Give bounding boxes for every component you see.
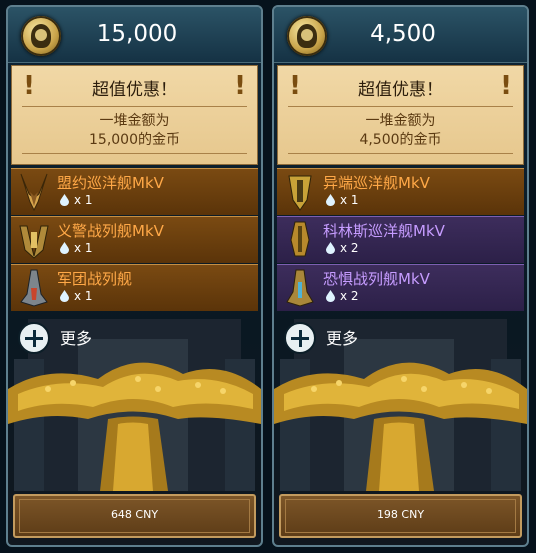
reward-item[interactable]: 义警战列舰MkV x 1: [11, 216, 258, 263]
reward-item[interactable]: 异端巡洋舰MkV x 1: [277, 168, 524, 215]
offer-description: 一堆金额为 15,000的金币: [22, 112, 247, 150]
cruiser-ship-icon: [288, 175, 312, 211]
cruiser-ship-icon: [20, 173, 48, 212]
card-header: 4,500: [274, 7, 527, 63]
reward-quantity: x 1: [74, 289, 93, 303]
reward-quantity: x 1: [74, 193, 93, 207]
reward-item-name: 义警战列舰MkV: [57, 222, 164, 240]
more-plus-button[interactable]: [18, 322, 50, 354]
reward-item-name: 军团战列舰: [57, 270, 133, 288]
exclamation-icon: !: [23, 71, 35, 101]
reward-item[interactable]: 科林斯巡洋舰MkV x 2: [277, 216, 524, 263]
coin-amount: 15,000: [96, 21, 178, 47]
exclamation-icon: !: [500, 71, 512, 101]
offer-card[interactable]: 15,000 ! 超值优惠！ ! 一堆金额为 15,000的金币 盟约巡洋舰Mk…: [6, 5, 263, 547]
cruiser-ship-icon: [290, 221, 310, 257]
offer-panel: ! 超值优惠！ ! 一堆金额为 15,000的金币: [11, 65, 258, 165]
exclamation-icon: !: [234, 71, 246, 101]
reward-item-name: 盟约巡洋舰MkV: [57, 174, 164, 192]
card-header: 15,000: [8, 7, 261, 63]
offer-desc-line: 15,000的金币: [89, 132, 180, 148]
offer-desc-line: 4,500的金币: [359, 132, 442, 148]
reward-item[interactable]: 恐惧战列舰MkV x 2: [277, 264, 524, 311]
water-drop-icon: [60, 194, 69, 206]
divider: [288, 106, 513, 107]
reward-item[interactable]: 盟约巡洋舰MkV x 1: [11, 168, 258, 215]
water-drop-icon: [326, 242, 335, 254]
battleship-icon: [20, 269, 48, 307]
reward-item-name: 异端巡洋舰MkV: [323, 174, 430, 192]
battleship-icon: [19, 225, 49, 259]
offer-title: 超值优惠！: [92, 80, 177, 100]
gold-coin-icon: [287, 16, 327, 56]
buy-price-label: 648 CNY: [110, 508, 159, 521]
more-label[interactable]: 更多: [326, 325, 358, 349]
divider: [22, 106, 247, 107]
gold-coin-icon: [21, 16, 61, 56]
reward-item-name: 科林斯巡洋舰MkV: [323, 222, 445, 240]
buy-button[interactable]: 648 CNY: [13, 494, 256, 538]
more-label[interactable]: 更多: [60, 325, 92, 349]
water-drop-icon: [326, 290, 335, 302]
coin-amount: 4,500: [370, 21, 436, 47]
divider: [288, 153, 513, 154]
reward-quantity: x 2: [340, 241, 359, 255]
offer-card[interactable]: 4,500 ! 超值优惠！ ! 一堆金额为 4,500的金币 异端巡洋舰MkV …: [272, 5, 529, 547]
offer-title: 超值优惠！: [358, 80, 443, 100]
battleship-icon: [286, 269, 314, 307]
more-plus-button[interactable]: [284, 322, 316, 354]
water-drop-icon: [60, 290, 69, 302]
water-drop-icon: [60, 242, 69, 254]
offer-desc-line: 一堆金额为: [365, 113, 436, 129]
reward-quantity: x 1: [74, 241, 93, 255]
offer-desc-line: 一堆金额为: [99, 113, 170, 129]
buy-price-label: 198 CNY: [376, 508, 425, 521]
water-drop-icon: [326, 194, 335, 206]
offer-description: 一堆金额为 4,500的金币: [288, 112, 513, 150]
offer-panel: ! 超值优惠！ ! 一堆金额为 4,500的金币: [277, 65, 524, 165]
reward-quantity: x 1: [340, 193, 359, 207]
reward-item-name: 恐惧战列舰MkV: [323, 270, 430, 288]
buy-button[interactable]: 198 CNY: [279, 494, 522, 538]
reward-quantity: x 2: [340, 289, 359, 303]
reward-item[interactable]: 军团战列舰 x 1: [11, 264, 258, 311]
divider: [22, 153, 247, 154]
exclamation-icon: !: [289, 71, 301, 101]
